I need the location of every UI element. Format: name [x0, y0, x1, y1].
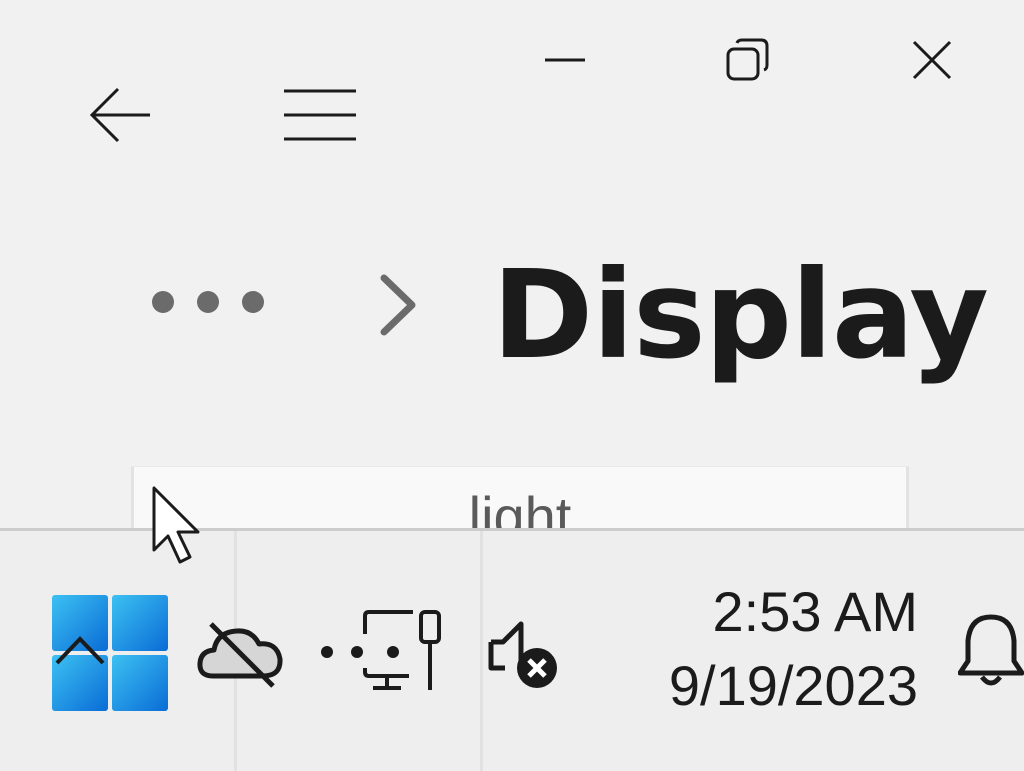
system-clock[interactable]: 2:53 AM 9/19/2023	[669, 575, 918, 723]
theme-option-label: light	[468, 485, 572, 531]
restore-icon	[726, 38, 769, 81]
back-button[interactable]	[75, 75, 165, 155]
minimize-icon	[545, 58, 585, 62]
chevron-right-icon	[380, 274, 416, 336]
close-icon	[912, 40, 952, 80]
navigation-menu-button[interactable]	[272, 75, 367, 155]
volume-tray-button[interactable]	[486, 617, 566, 693]
mouse-cursor-icon	[152, 486, 200, 564]
settings-window: Display light	[0, 0, 1024, 530]
close-button[interactable]	[887, 20, 977, 100]
onedrive-tray-button[interactable]	[196, 617, 284, 689]
volume-muted-icon	[488, 621, 557, 688]
network-tray-button[interactable]	[316, 607, 444, 695]
bell-icon	[958, 614, 1024, 686]
hamburger-menu-icon	[283, 89, 356, 141]
restore-button[interactable]	[703, 20, 793, 100]
back-arrow-icon	[89, 87, 150, 143]
network-disconnected-icon	[321, 610, 441, 690]
theme-option-card[interactable]: light	[131, 466, 909, 530]
clock-time: 2:53 AM	[712, 580, 918, 643]
windows-start-icon[interactable]	[52, 595, 168, 711]
clock-date: 9/19/2023	[668, 654, 918, 717]
onedrive-offline-icon	[197, 622, 283, 688]
taskbar-divider	[480, 531, 483, 771]
notifications-button[interactable]	[958, 611, 1024, 691]
more-dots-icon	[151, 291, 264, 313]
page-title: Display	[492, 244, 989, 386]
breadcrumb: Display	[140, 240, 1010, 386]
breadcrumb-overflow-button[interactable]	[140, 262, 275, 342]
minimize-button[interactable]	[520, 20, 610, 100]
